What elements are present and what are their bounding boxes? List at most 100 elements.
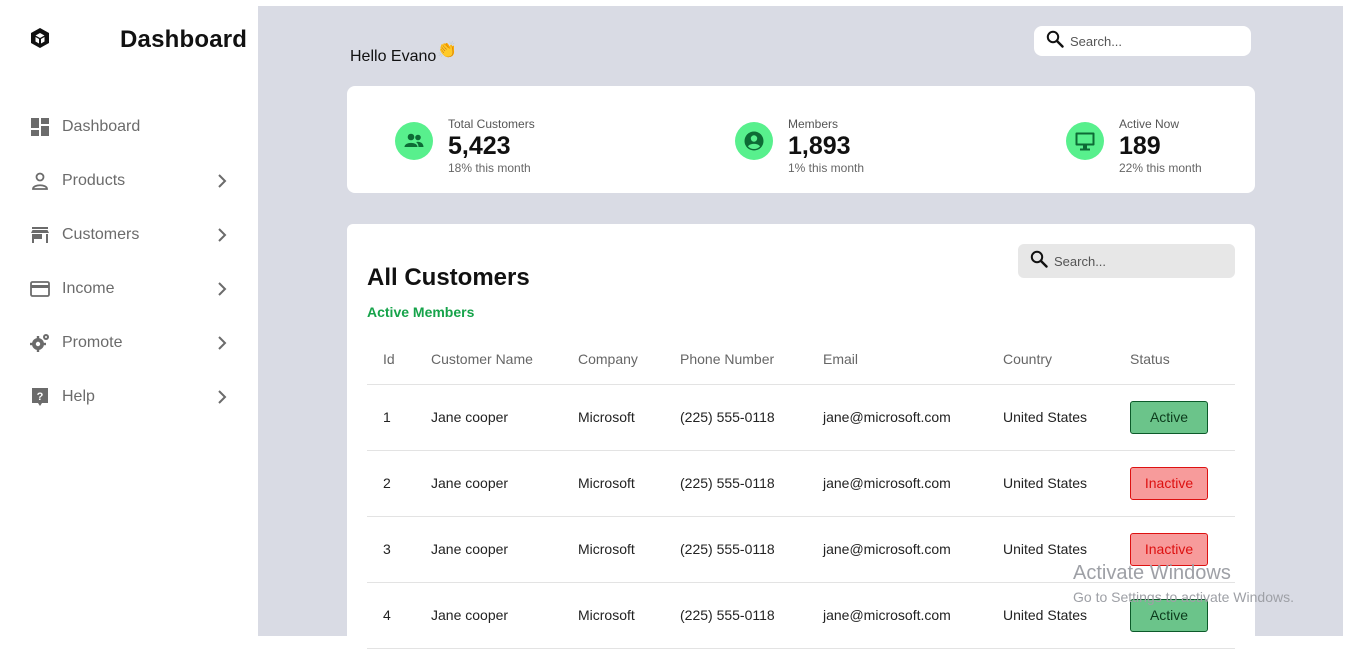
store-icon <box>28 223 52 247</box>
cell-name: Jane cooper <box>431 450 578 517</box>
main-content: Hello Evano👏 Total Customers 5,423 1 <box>258 6 1343 649</box>
cell-company: Microsoft <box>578 582 680 649</box>
credit-card-icon <box>28 277 52 301</box>
stat-label: Members <box>788 117 839 131</box>
cell-country: United States <box>1003 450 1130 517</box>
cell-country: United States <box>1003 516 1130 583</box>
gears-icon <box>28 331 52 355</box>
account-circle-icon <box>735 122 773 160</box>
monitor-icon <box>1066 122 1104 160</box>
sidebar-item-help[interactable]: ? Help <box>28 370 238 424</box>
sidebar-item-label: Promote <box>62 334 123 351</box>
search-input[interactable] <box>1070 33 1220 49</box>
grid-icon <box>28 115 52 139</box>
help-icon: ? <box>28 385 52 409</box>
chevron-right-icon <box>212 171 232 191</box>
chevron-right-icon <box>212 387 232 407</box>
table-row[interactable]: 2 Jane cooper Microsoft (225) 555-0118 j… <box>367 450 1235 517</box>
customers-title: All Customers <box>367 264 530 291</box>
customers-card: All Customers Active Members Id Customer… <box>347 224 1255 649</box>
cell-status: Active <box>1130 582 1235 649</box>
cell-status: Active <box>1130 384 1235 451</box>
search-input[interactable] <box>1054 253 1204 269</box>
cell-name: Jane cooper <box>431 582 578 649</box>
status-badge[interactable]: Active <box>1130 598 1208 632</box>
customers-search[interactable] <box>1018 244 1235 278</box>
sidebar-item-products[interactable]: Products <box>28 154 238 208</box>
customers-table: Id Customer Name Company Phone Number Em… <box>367 334 1235 649</box>
sidebar-item-promote[interactable]: Promote <box>28 316 238 370</box>
sidebar-item-label: Income <box>62 280 115 297</box>
search-icon <box>1046 30 1064 53</box>
column-header-phone: Phone Number <box>680 334 823 385</box>
cell-status: Inactive <box>1130 450 1235 517</box>
column-header-country: Country <box>1003 334 1130 385</box>
cell-phone: (225) 555-0118 <box>680 582 823 649</box>
status-badge[interactable]: Active <box>1130 400 1208 434</box>
stat-value: 1,893 <box>788 132 851 160</box>
sidebar-nav: Dashboard Products Customers Income Prom… <box>28 100 238 424</box>
brand-title: Dashboard <box>120 26 248 53</box>
cell-email: jane@microsoft.com <box>823 516 1003 583</box>
sidebar-item-label: Products <box>62 172 126 189</box>
status-badge[interactable]: Inactive <box>1130 532 1208 566</box>
cell-email: jane@microsoft.com <box>823 582 1003 649</box>
cell-country: United States <box>1003 384 1130 451</box>
cell-name: Jane cooper <box>431 516 578 583</box>
people-icon <box>395 122 433 160</box>
stat-value: 5,423 <box>448 132 511 160</box>
chevron-right-icon <box>212 279 232 299</box>
cell-id: 2 <box>367 450 431 517</box>
greeting: Hello Evano👏 <box>350 42 457 66</box>
column-header-company: Company <box>578 334 680 385</box>
stat-label: Active Now <box>1119 117 1180 131</box>
cell-country: United States <box>1003 582 1130 649</box>
cell-id: 4 <box>367 582 431 649</box>
chevron-right-icon <box>212 225 232 245</box>
cell-id: 3 <box>367 516 431 583</box>
sidebar-item-label: Customers <box>62 226 140 243</box>
column-header-name: Customer Name <box>431 334 578 385</box>
cube-icon <box>28 26 52 50</box>
table-header-row: Id Customer Name Company Phone Number Em… <box>367 334 1235 385</box>
cell-phone: (225) 555-0118 <box>680 516 823 583</box>
clapping-hands-icon: 👏 <box>437 42 458 59</box>
stat-trend: 22% this month <box>1119 161 1202 175</box>
cell-id: 1 <box>367 384 431 451</box>
column-header-status: Status <box>1130 334 1235 385</box>
table-row[interactable]: 1 Jane cooper Microsoft (225) 555-0118 j… <box>367 384 1235 451</box>
greeting-text: Hello Evano <box>350 48 437 65</box>
sidebar-item-label: Help <box>62 388 95 405</box>
cell-email: jane@microsoft.com <box>823 450 1003 517</box>
header-search[interactable] <box>1034 26 1251 56</box>
sidebar-item-customers[interactable]: Customers <box>28 208 238 262</box>
sidebar-item-income[interactable]: Income <box>28 262 238 316</box>
brand[interactable]: Dashboard <box>28 26 247 56</box>
chevron-right-icon <box>212 333 232 353</box>
customers-subtitle[interactable]: Active Members <box>367 304 474 320</box>
cell-name: Jane cooper <box>431 384 578 451</box>
stat-trend: 1% this month <box>788 161 865 175</box>
cell-company: Microsoft <box>578 450 680 517</box>
cell-company: Microsoft <box>578 516 680 583</box>
sidebar: Dashboard Dashboard Products Customers I… <box>0 0 258 636</box>
column-header-id: Id <box>367 334 431 385</box>
stat-trend: 18% this month <box>448 161 531 175</box>
sidebar-item-label: Dashboard <box>62 118 141 135</box>
cell-company: Microsoft <box>578 384 680 451</box>
cell-status: Inactive <box>1130 516 1235 583</box>
user-icon <box>28 169 52 193</box>
sidebar-item-dashboard[interactable]: Dashboard <box>28 100 238 154</box>
cell-phone: (225) 555-0118 <box>680 450 823 517</box>
column-header-email: Email <box>823 334 1003 385</box>
status-badge[interactable]: Inactive <box>1130 466 1208 500</box>
stat-value: 189 <box>1119 132 1161 160</box>
stats-card: Total Customers 5,423 18% this month Mem… <box>347 86 1255 193</box>
table-row[interactable]: 4 Jane cooper Microsoft (225) 555-0118 j… <box>367 582 1235 649</box>
cell-phone: (225) 555-0118 <box>680 384 823 451</box>
stat-label: Total Customers <box>448 117 535 131</box>
svg-text:?: ? <box>37 391 44 403</box>
table-row[interactable]: 3 Jane cooper Microsoft (225) 555-0118 j… <box>367 516 1235 583</box>
search-icon <box>1030 250 1048 273</box>
cell-email: jane@microsoft.com <box>823 384 1003 451</box>
